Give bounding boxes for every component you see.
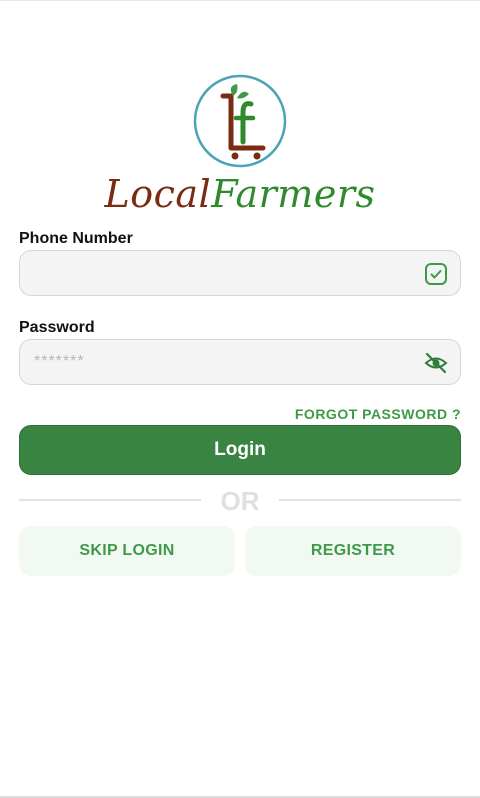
divider-right (279, 499, 461, 501)
login-button[interactable]: Login (19, 425, 461, 475)
eye-off-icon[interactable] (424, 351, 448, 375)
or-separator: OR (220, 486, 260, 516)
check-square-icon (425, 263, 447, 285)
phone-label: Phone Number (19, 230, 133, 247)
password-input[interactable] (34, 340, 414, 384)
forgot-password-link[interactable]: FORGOT PASSWORD ? (295, 406, 461, 422)
brand-name-farmers: Farmers (211, 172, 376, 216)
brand-header: LocalFarmers (0, 72, 480, 222)
password-label: Password (19, 319, 95, 336)
password-field[interactable] (19, 339, 461, 385)
local-farmers-logo (193, 74, 287, 168)
skip-login-button[interactable]: SKIP LOGIN (19, 526, 235, 576)
top-border (0, 0, 480, 1)
brand-name: LocalFarmers (0, 172, 480, 216)
register-button[interactable]: REGISTER (245, 526, 461, 576)
phone-field[interactable] (19, 250, 461, 296)
brand-name-local: Local (104, 172, 212, 216)
phone-input[interactable] (34, 251, 414, 295)
